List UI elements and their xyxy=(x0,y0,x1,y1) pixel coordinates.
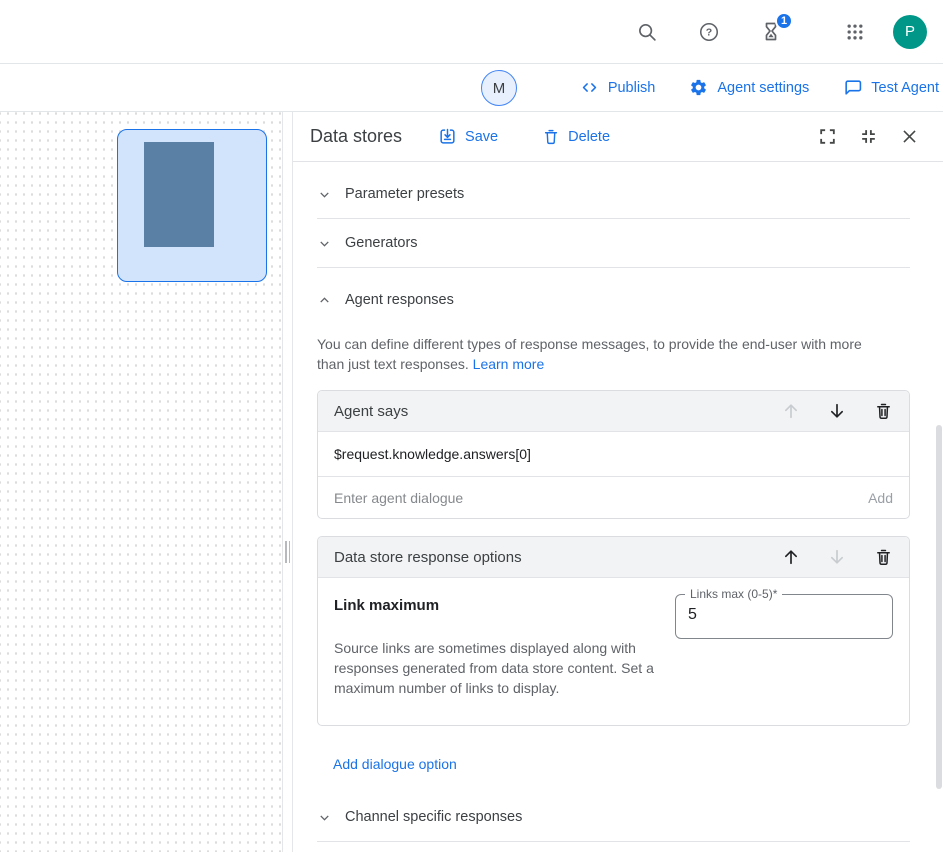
apps-grid-icon[interactable] xyxy=(835,12,875,52)
section-parameter-presets[interactable]: Parameter presets xyxy=(317,170,910,218)
section-label: Channel specific responses xyxy=(345,809,522,825)
links-max-input[interactable] xyxy=(688,606,880,624)
publish-button[interactable]: Publish xyxy=(580,78,656,97)
card-title: Data store response options xyxy=(334,549,757,566)
flow-node[interactable] xyxy=(117,129,267,282)
test-agent-button[interactable]: Test Agent xyxy=(843,78,939,97)
help-icon[interactable]: ? xyxy=(689,12,729,52)
test-agent-label: Test Agent xyxy=(871,80,939,96)
scrollbar-thumb[interactable] xyxy=(936,425,942,789)
notification-badge: 1 xyxy=(775,12,793,30)
flow-canvas[interactable] xyxy=(0,112,283,852)
intro-text: You can define different types of respon… xyxy=(317,336,862,372)
add-dialogue-option-link[interactable]: Add dialogue option xyxy=(333,756,457,772)
code-icon xyxy=(580,78,599,97)
agent-says-header: Agent says xyxy=(318,391,909,431)
save-icon xyxy=(438,127,457,146)
trash-icon[interactable] xyxy=(871,399,895,423)
link-maximum-heading: Link maximum xyxy=(334,597,659,614)
delete-button[interactable]: Delete xyxy=(542,128,610,146)
section-label: Generators xyxy=(345,235,418,251)
data-stores-panel: Data stores Save Delete xyxy=(292,112,943,852)
section-agent-responses[interactable]: Agent responses xyxy=(317,276,910,324)
learn-more-link[interactable]: Learn more xyxy=(473,356,545,372)
agent-toolbar: M Publish Agent settings Test Agent xyxy=(0,64,943,112)
panel-header: Data stores Save Delete xyxy=(293,112,943,162)
move-down-icon[interactable] xyxy=(825,545,849,569)
chevron-up-icon xyxy=(317,293,332,308)
agent-dialogue-input-row: Add xyxy=(318,476,909,518)
divider xyxy=(317,267,910,268)
section-generators[interactable]: Generators xyxy=(317,219,910,267)
divider xyxy=(317,841,910,842)
data-store-options-header: Data store response options xyxy=(318,537,909,577)
save-button[interactable]: Save xyxy=(438,127,498,146)
account-avatar[interactable]: P xyxy=(893,15,927,49)
flow-avatar[interactable]: M xyxy=(481,70,517,106)
pending-tasks-icon[interactable]: 1 xyxy=(751,12,791,52)
main-area: Data stores Save Delete xyxy=(0,112,943,852)
panel-body: Parameter presets Generators Agent respo… xyxy=(293,162,943,852)
fullscreen-icon[interactable] xyxy=(815,125,839,149)
agent-says-message[interactable]: $request.knowledge.answers[0] xyxy=(318,431,909,476)
move-up-icon[interactable] xyxy=(779,545,803,569)
agent-responses-description: You can define different types of respon… xyxy=(317,334,891,374)
panel-title: Data stores xyxy=(310,126,402,147)
move-up-icon[interactable] xyxy=(779,399,803,423)
top-app-bar: ? 1 P xyxy=(0,0,943,64)
add-button[interactable]: Add xyxy=(868,490,893,506)
gear-icon xyxy=(689,78,708,97)
save-label: Save xyxy=(465,129,498,145)
publish-label: Publish xyxy=(608,80,656,96)
agent-settings-button[interactable]: Agent settings xyxy=(689,78,809,97)
data-store-options-body: Link maximum Source links are sometimes … xyxy=(318,577,909,725)
link-maximum-description: Source links are sometimes displayed alo… xyxy=(334,638,659,698)
chat-icon xyxy=(843,78,862,97)
trash-icon xyxy=(542,128,560,146)
panel-resize-handle[interactable] xyxy=(285,541,290,563)
links-max-field: Links max (0-5)* xyxy=(675,594,893,639)
delete-label: Delete xyxy=(568,129,610,145)
panel-gutter xyxy=(283,112,292,852)
card-title: Agent says xyxy=(334,403,757,420)
section-channel-specific-responses[interactable]: Channel specific responses xyxy=(317,793,910,841)
svg-text:?: ? xyxy=(706,26,712,38)
agent-says-card: Agent says $request.knowledge.answers[0]… xyxy=(317,390,910,519)
chevron-down-icon xyxy=(317,236,332,251)
flow-node-preview xyxy=(144,142,214,247)
chevron-down-icon xyxy=(317,810,332,825)
section-label: Agent responses xyxy=(345,292,454,308)
trash-icon[interactable] xyxy=(871,545,895,569)
links-max-label: Links max (0-5)* xyxy=(685,587,782,601)
move-down-icon[interactable] xyxy=(825,399,849,423)
chevron-down-icon xyxy=(317,187,332,202)
agent-dialogue-input[interactable] xyxy=(334,490,868,506)
search-icon[interactable] xyxy=(627,12,667,52)
agent-settings-label: Agent settings xyxy=(717,80,809,96)
section-label: Parameter presets xyxy=(345,186,464,202)
close-icon[interactable] xyxy=(897,125,921,149)
fullscreen-exit-icon[interactable] xyxy=(856,125,880,149)
data-store-options-card: Data store response options Link maximum… xyxy=(317,536,910,726)
